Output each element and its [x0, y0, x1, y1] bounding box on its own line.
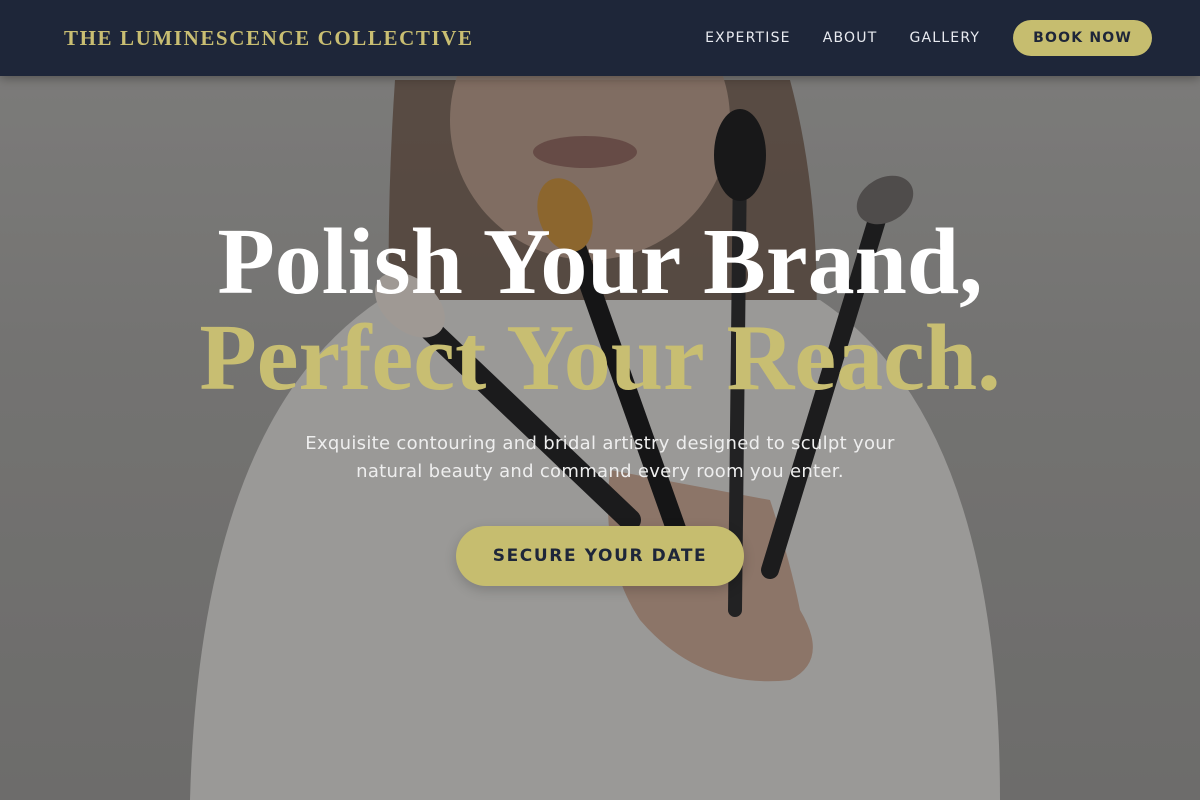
nav-link-about[interactable]: ABOUT	[823, 30, 878, 46]
secure-your-date-button[interactable]: SECURE YOUR DATE	[456, 526, 744, 586]
book-now-button[interactable]: BOOK NOW	[1013, 20, 1152, 56]
hero-headline-line-2: Perfect Your Reach.	[199, 306, 1001, 410]
brand-logo[interactable]: THE LUMINESCENCE COLLECTIVE	[64, 26, 474, 51]
top-navigation: THE LUMINESCENCE COLLECTIVE EXPERTISE AB…	[0, 0, 1200, 76]
hero-section: Polish Your Brand, Perfect Your Reach. E…	[0, 76, 1200, 800]
nav-link-expertise[interactable]: EXPERTISE	[705, 30, 791, 46]
hero-headline-line-1: Polish Your Brand,	[217, 210, 983, 314]
hero-subtext: Exquisite contouring and bridal artistry…	[305, 433, 895, 482]
nav-links: EXPERTISE ABOUT GALLERY BOOK NOW	[705, 20, 1152, 56]
nav-link-gallery[interactable]: GALLERY	[909, 30, 980, 46]
